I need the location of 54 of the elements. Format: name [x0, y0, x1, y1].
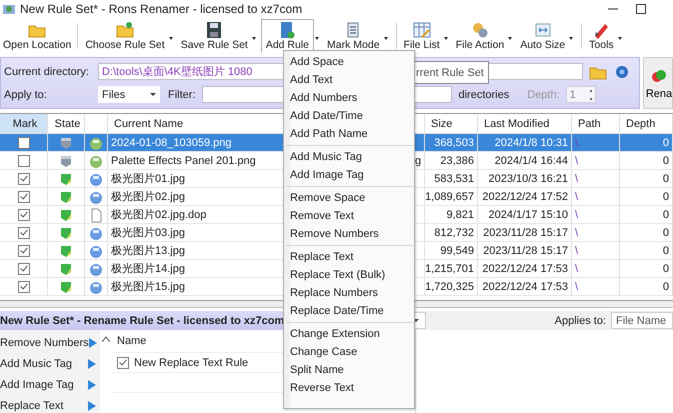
table-cell: 0 — [662, 226, 669, 238]
table-cell: \ — [575, 208, 578, 220]
table-cell-text: 极光图片13.jpg — [111, 244, 185, 258]
table-cell: 1,089,657 — [425, 190, 474, 202]
table-cell: 2024/1/4 16:44 — [494, 154, 568, 166]
table-cell-text: 极光图片01.jpg — [111, 172, 185, 186]
table-cell: 99,549 — [440, 244, 474, 256]
table-cell: \ — [575, 262, 578, 274]
table-cell: \ — [575, 154, 578, 166]
table-cell-text: 极光图片15.jpg — [111, 280, 185, 294]
checkbox-label: directories — [458, 88, 510, 100]
table-cell: 0 — [662, 244, 669, 256]
table-cell: 0 — [662, 262, 669, 274]
table-cell: \ — [575, 172, 578, 184]
table-cell: 1,720,325 — [425, 280, 474, 292]
table-cell: 0 — [662, 136, 669, 148]
table-cell: 0 — [662, 280, 669, 292]
table-cell-text: 极光图片14.jpg — [111, 262, 185, 276]
table-cell: 368,503 — [434, 136, 474, 148]
table-cell-text: 极光图片02.jpg — [111, 190, 185, 204]
table-cell: \ — [575, 190, 578, 202]
field-label: Apply to: — [3, 88, 48, 100]
window-title: New Rule Set* - Rons Renamer - licensed to xz7com — [20, 2, 304, 16]
table-cell: 2023/10/3 16:21 — [488, 172, 568, 184]
table-cell: 2024/1/17 15:10 — [488, 208, 568, 220]
table-cell: 9,821 — [446, 208, 474, 220]
table-cell: Palette Effects Panel 201.png — [111, 154, 256, 166]
table-cell: 812,732 — [434, 226, 474, 238]
field-label: Applies to: — [554, 314, 606, 326]
tooltip: rrent Rule Set — [414, 61, 489, 84]
field-label: Filter: — [168, 88, 196, 100]
table-cell: 0 — [662, 208, 669, 220]
table-cell: 583,531 — [434, 172, 474, 184]
table-cell: 2024-01-08_103059.png — [111, 136, 232, 148]
table-cell: 0 — [662, 190, 669, 202]
table-cell: 2022/12/24 17:52 — [482, 190, 568, 202]
table-cell: 2023/11/28 15:17 — [483, 244, 568, 256]
table-cell: \ — [575, 280, 578, 292]
table-cell: 0 — [662, 172, 669, 184]
table-cell: 2023/11/28 15:17 — [483, 226, 568, 238]
table-cell: \ — [575, 226, 578, 238]
table-cell: 1,215,701 — [425, 262, 474, 274]
table-cell: 2022/12/24 17:53 — [482, 262, 568, 274]
table-cell-text: 极光图片03.jpg — [111, 226, 185, 240]
table-cell: 2022/12/24 17:53 — [482, 280, 568, 292]
field-label: Current directory: — [3, 66, 90, 78]
table-cell: \ — [575, 136, 578, 148]
table-cell: g — [415, 154, 422, 166]
table-cell: 23,386 — [440, 154, 474, 166]
table-cell: 0 — [662, 154, 669, 166]
table-cell-text: 极光图片02.jpg.dop — [111, 208, 206, 222]
field-label: Depth: — [527, 88, 560, 100]
table-cell: 2024/1/8 10:31 — [494, 136, 568, 148]
table-cell: \ — [575, 244, 578, 256]
